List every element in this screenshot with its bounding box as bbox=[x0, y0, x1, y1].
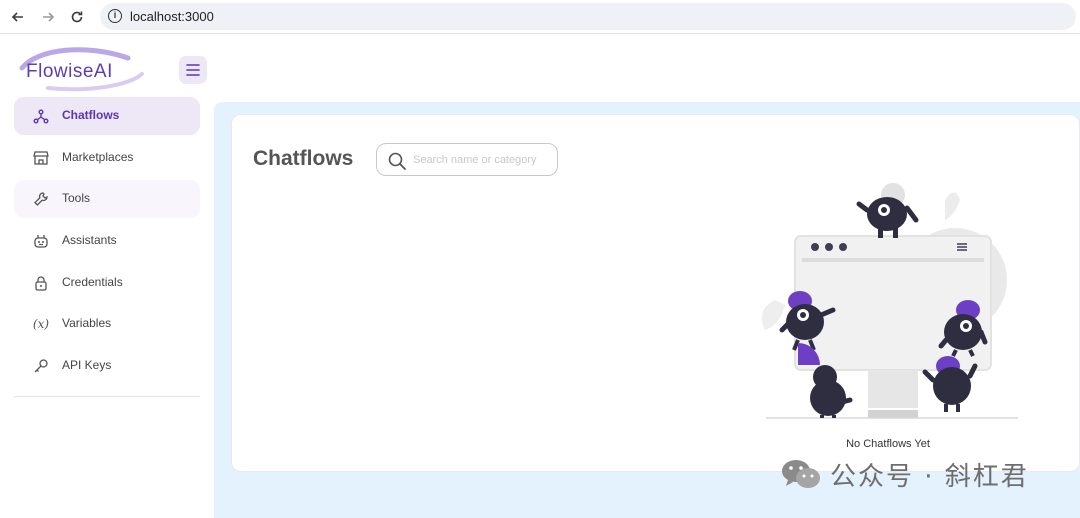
browser-toolbar: i localhost:3000 bbox=[0, 0, 1080, 34]
sidebar-item-label: Assistants bbox=[62, 233, 117, 247]
tools-icon bbox=[32, 190, 50, 208]
forward-button[interactable] bbox=[37, 6, 59, 28]
watermark: 公众号 · 斜杠君 bbox=[780, 456, 1029, 492]
chatflows-icon bbox=[32, 107, 50, 125]
site-info-icon[interactable]: i bbox=[108, 9, 122, 23]
variable-icon: (x) bbox=[32, 317, 50, 331]
lock-icon bbox=[32, 274, 50, 292]
address-bar[interactable]: i localhost:3000 bbox=[100, 3, 1076, 30]
watermark-text: 公众号 · 斜杠君 bbox=[830, 461, 1029, 492]
hamburger-menu-icon bbox=[186, 64, 200, 76]
page-title: Chatflows bbox=[253, 147, 354, 170]
url-text: localhost:3000 bbox=[130, 9, 214, 24]
key-icon bbox=[32, 357, 50, 375]
menu-toggle-button[interactable] bbox=[179, 56, 207, 84]
sidebar-item-marketplaces[interactable]: Marketplaces bbox=[14, 139, 200, 177]
wechat-icon bbox=[782, 460, 820, 488]
sidebar-item-tools[interactable]: Tools bbox=[14, 180, 200, 218]
search-box[interactable] bbox=[376, 143, 558, 176]
sidebar-divider bbox=[14, 396, 200, 397]
empty-state-illustration bbox=[761, 183, 1018, 419]
logo-text: FlowiseAI bbox=[26, 61, 113, 82]
search-icon bbox=[388, 152, 406, 170]
search-input[interactable] bbox=[413, 150, 553, 170]
sidebar-item-chatflows[interactable]: Chatflows bbox=[14, 97, 200, 135]
arrow-right-icon bbox=[43, 12, 55, 22]
arrow-left-icon bbox=[11, 12, 23, 22]
flowise-logo[interactable]: FlowiseAI bbox=[18, 46, 146, 92]
sidebar-item-variables[interactable]: (x) Variables bbox=[14, 305, 200, 343]
sidebar-item-label: API Keys bbox=[62, 358, 112, 372]
sidebar-item-label: Marketplaces bbox=[62, 150, 134, 164]
sidebar-item-label: Chatflows bbox=[62, 108, 120, 122]
back-button[interactable] bbox=[7, 6, 29, 28]
robot-icon bbox=[32, 232, 50, 250]
sidebar-item-label: Credentials bbox=[62, 275, 123, 289]
store-icon bbox=[32, 149, 50, 167]
reload-icon bbox=[71, 11, 83, 23]
sidebar-item-assistants[interactable]: Assistants bbox=[14, 222, 200, 260]
sidebar-item-label: Tools bbox=[62, 191, 91, 205]
sidebar-item-api-keys[interactable]: API Keys bbox=[14, 347, 200, 385]
empty-state-text: No Chatflows Yet bbox=[846, 438, 930, 450]
sidebar-item-label: Variables bbox=[62, 316, 112, 330]
sidebar-item-credentials[interactable]: Credentials bbox=[14, 264, 200, 302]
reload-button[interactable] bbox=[66, 6, 88, 28]
